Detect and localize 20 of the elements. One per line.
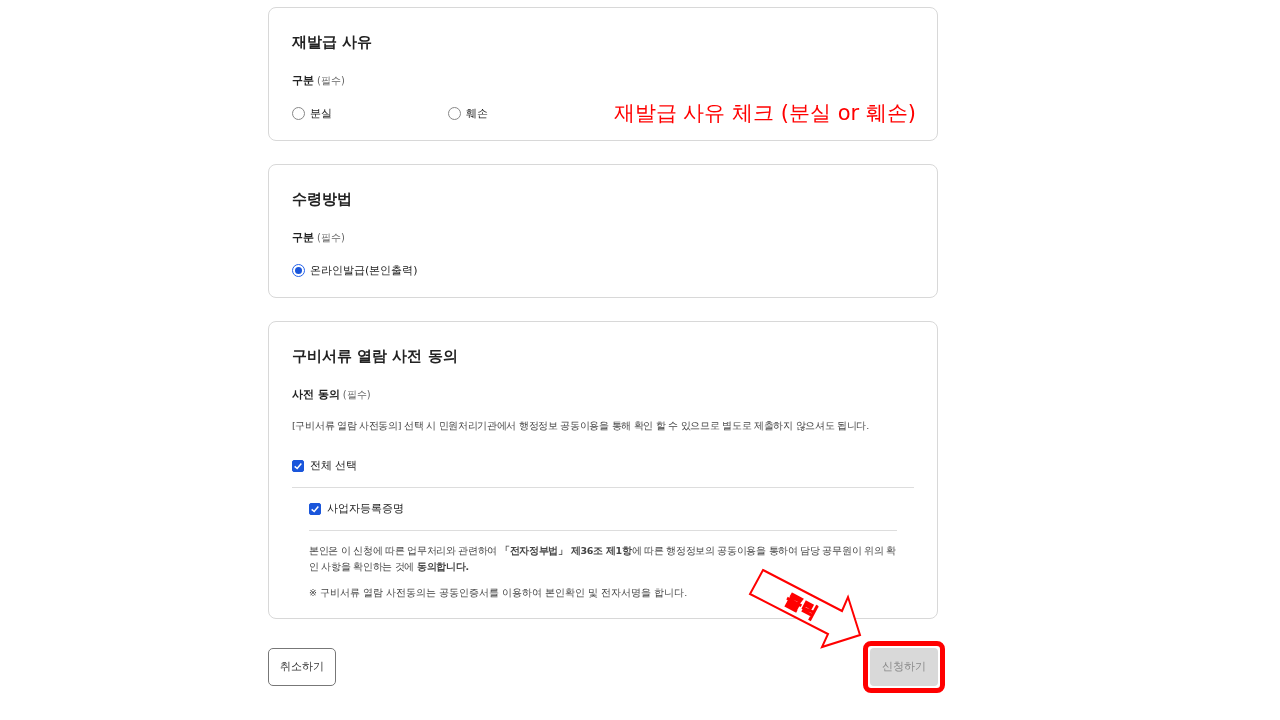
required-label: (필수) [342,389,371,400]
radio-option[interactable]: 훼손 [448,105,604,121]
radio-option[interactable]: 온라인발급(본인출력) [292,262,448,278]
section-title: 구비서류 열람 사전 동의 [292,346,459,366]
description-text: [구비서류 열람 사전동의] 선택 시 민원처리기관에서 행정정보 공동이용을 통해 확인 할 수 있으므로 별도로 제출하지 않으셔도 됩니다. [292,420,870,433]
annotation-text: 재발급 사유 체크 (분실 or 훼손) [613,100,916,127]
section-title: 재발급 사유 [292,32,374,52]
document-checkbox[interactable]: 사업자등록증명 [309,502,897,516]
field-label: 구분 [292,74,314,87]
cancel-button[interactable]: 취소하기 [268,648,336,686]
field-label: 구분 [292,231,314,244]
radio-option[interactable]: 분실 [292,105,448,121]
checkbox-icon[interactable] [292,460,304,472]
checkbox-icon[interactable] [309,503,321,515]
required-label: (필수) [317,75,345,86]
field-label: 사전 동의 [292,388,340,401]
select-all-checkbox[interactable]: 전체 선택 [292,459,914,488]
required-label: (필수) [317,232,345,243]
section-title: 수령방법 [292,189,353,209]
note-text: ※ 구비서류 열람 사전동의는 공동인증서를 이용하여 본인확인 및 전자서명을 합니다. [309,587,689,600]
